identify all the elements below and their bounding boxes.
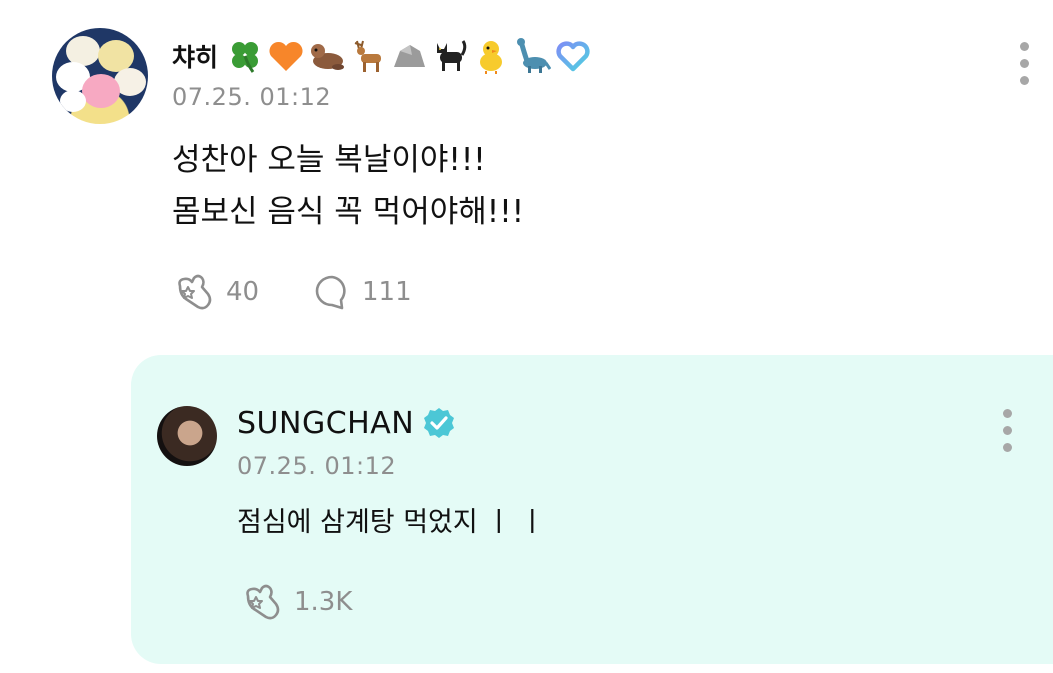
orange-heart-icon xyxy=(269,41,303,71)
fan-avatar[interactable] xyxy=(52,28,148,124)
fan-comment-body: 성찬아 오늘 복날이야!!! 몸보신 음식 꼭 먹어야해!!! xyxy=(172,134,524,238)
fan-comment-count: 111 xyxy=(362,277,412,307)
more-dot-icon xyxy=(1002,443,1012,452)
weverse-heart-icon xyxy=(556,41,590,72)
more-dot-icon xyxy=(1002,409,1012,418)
four-leaf-clover-icon xyxy=(232,42,259,73)
fan-comment-line-2: 몸보신 음식 꼭 먹어야해!!! xyxy=(172,194,525,230)
fan-comment-line-1: 성찬아 오늘 복날이야!!! xyxy=(172,142,486,178)
sauropod-icon xyxy=(517,38,552,73)
fan-comment-button[interactable]: 111 xyxy=(312,272,412,312)
artist-avatar[interactable] xyxy=(157,406,217,466)
more-dot-icon xyxy=(1002,426,1012,435)
chick-icon xyxy=(480,41,503,74)
artist-like-button[interactable]: 1.3K xyxy=(240,582,352,622)
black-cat-icon xyxy=(437,40,467,71)
artist-like-count: 1.3K xyxy=(294,587,353,617)
cheer-hand-icon xyxy=(178,274,212,310)
fan-author-row[interactable]: 챠히 xyxy=(172,36,592,76)
artist-author-row[interactable]: SUNGCHAN xyxy=(237,401,456,445)
rock-icon xyxy=(394,45,426,67)
comment-bubble-icon xyxy=(315,275,346,310)
fan-like-button[interactable]: 40 xyxy=(172,272,259,312)
more-dot-icon xyxy=(1019,76,1029,85)
more-dot-icon xyxy=(1019,59,1029,68)
verified-badge-icon xyxy=(424,408,455,438)
fan-like-count: 40 xyxy=(226,277,260,307)
fan-name-emojis xyxy=(226,37,592,75)
fan-more-options-button[interactable] xyxy=(1012,42,1036,85)
more-dot-icon xyxy=(1019,42,1029,51)
artist-author-name[interactable]: SUNGCHAN xyxy=(237,406,414,441)
artist-timestamp: 07.25. 01:12 xyxy=(237,452,397,480)
fan-author-name[interactable]: 챠히 xyxy=(172,38,218,74)
artist-more-options-button[interactable] xyxy=(995,409,1019,452)
artist-reply-body: 점심에 삼계탕 먹었지 ㅣ ㅣ xyxy=(237,507,545,538)
otter-icon xyxy=(311,44,345,70)
fan-timestamp: 07.25. 01:12 xyxy=(172,83,332,111)
cheer-hand-icon xyxy=(246,584,280,620)
deer-icon xyxy=(354,40,382,72)
comment-thread: 챠히 07.25. 01:12 성찬아 오늘 복날이야!!! 몸보신 음식 꼭 … xyxy=(0,0,1053,673)
